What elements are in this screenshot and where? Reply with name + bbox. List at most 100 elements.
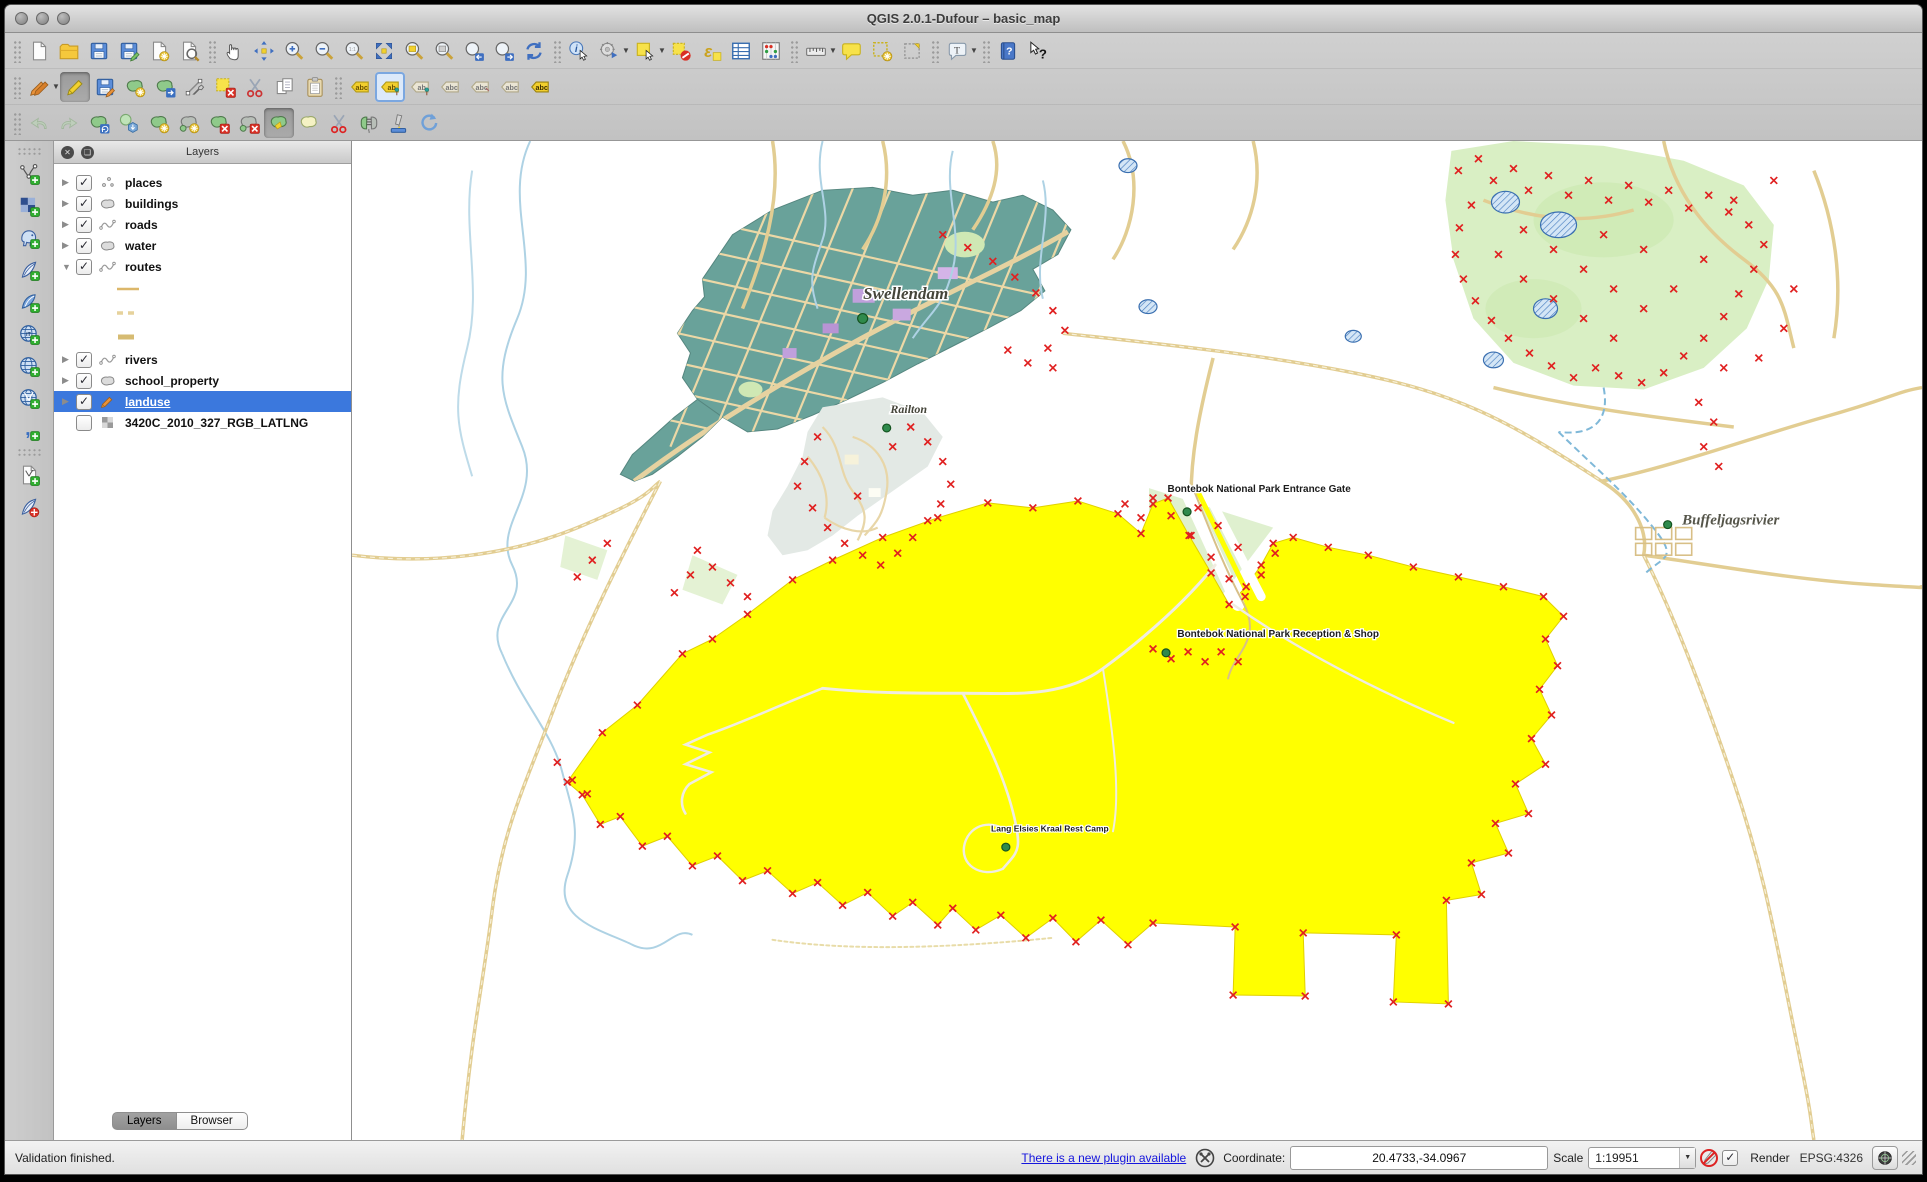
layer-expand-icon[interactable]: ▶	[62, 219, 76, 230]
help-contents-button[interactable]: ?	[993, 36, 1023, 66]
toggle-editing-button[interactable]	[60, 72, 90, 102]
layer-symbol-item[interactable]	[54, 325, 351, 349]
node-tool-button[interactable]	[180, 72, 210, 102]
map-tips-button[interactable]	[837, 36, 867, 66]
save-project-button[interactable]	[84, 36, 114, 66]
new-project-button[interactable]	[24, 36, 54, 66]
paste-features-button[interactable]	[300, 72, 330, 102]
add-mssql-layer-button[interactable]	[14, 287, 44, 317]
layer-row-water[interactable]: ▶✓water	[54, 235, 351, 256]
zoom-native-button[interactable]: 1:1	[339, 36, 369, 66]
layer-row-school_property[interactable]: ▶✓school_property	[54, 370, 351, 391]
crs-button[interactable]	[1872, 1146, 1898, 1170]
add-part-button[interactable]	[174, 108, 204, 138]
save-layer-edits-button[interactable]	[90, 72, 120, 102]
layer-row-routes[interactable]: ▼✓routes	[54, 256, 351, 277]
layer-symbol-item[interactable]	[54, 277, 351, 301]
layer-row-rivers[interactable]: ▶✓rivers	[54, 349, 351, 370]
labeling-button[interactable]: abc	[345, 72, 375, 102]
open-attribute-table-button[interactable]	[726, 36, 756, 66]
add-wcs-layer-button[interactable]	[14, 351, 44, 381]
new-print-composer-button[interactable]	[144, 36, 174, 66]
layer-row-buildings[interactable]: ▶✓buildings	[54, 193, 351, 214]
layer-expand-icon[interactable]: ▼	[62, 262, 76, 272]
zoom-last-button[interactable]	[459, 36, 489, 66]
map-canvas[interactable]: SwellendamRailtonBontebok National Park …	[352, 141, 1922, 1140]
merge-features-button[interactable]	[354, 108, 384, 138]
add-feature-button[interactable]	[120, 72, 150, 102]
copy-features-button[interactable]	[270, 72, 300, 102]
new-bookmark-button[interactable]	[867, 36, 897, 66]
layer-expand-icon[interactable]: ▶	[62, 396, 76, 407]
refresh-map-button[interactable]	[519, 36, 549, 66]
add-wfs-layer-button[interactable]	[14, 383, 44, 413]
zoom-to-layer-button[interactable]	[429, 36, 459, 66]
add-wms-layer-button[interactable]: iT	[14, 319, 44, 349]
fill-ring-button[interactable]	[264, 108, 294, 138]
layer-visibility-checkbox[interactable]: ✓	[76, 175, 92, 191]
delete-ring-button[interactable]	[204, 108, 234, 138]
new-shapefile-layer-button[interactable]	[14, 460, 44, 490]
zoom-full-button[interactable]	[369, 36, 399, 66]
split-features-button[interactable]	[324, 108, 354, 138]
layer-expand-icon[interactable]: ▶	[62, 240, 76, 251]
rotate-label-button[interactable]: ab	[405, 72, 435, 102]
offset-curve-button[interactable]	[384, 108, 414, 138]
layer-visibility-checkbox[interactable]: ✓	[76, 259, 92, 275]
scale-combo[interactable]: 1:19951 ▼	[1588, 1147, 1696, 1169]
stop-render-icon[interactable]	[1699, 1148, 1719, 1168]
panel-tab-browser[interactable]: Browser	[177, 1112, 248, 1130]
layer-expand-icon[interactable]: ▶	[62, 375, 76, 386]
apply-labels-button[interactable]: abc	[525, 72, 555, 102]
select-by-expression-button[interactable]: ε	[696, 36, 726, 66]
label-properties-button[interactable]: abc	[465, 72, 495, 102]
plugin-available-link[interactable]: There is a new plugin available	[1021, 1151, 1186, 1165]
layer-expand-icon[interactable]: ▶	[62, 198, 76, 209]
zoom-to-selection-button[interactable]	[399, 36, 429, 66]
run-feature-action-button[interactable]	[594, 36, 624, 66]
whats-this-button[interactable]: ?	[1023, 36, 1053, 66]
deactivate-labels-button[interactable]: abc	[495, 72, 525, 102]
identify-features-button[interactable]: i	[564, 36, 594, 66]
zoom-in-button[interactable]	[279, 36, 309, 66]
measure-line-button[interactable]	[801, 36, 831, 66]
layer-expand-icon[interactable]: ▶	[62, 354, 76, 365]
layer-expand-icon[interactable]: ▶	[62, 177, 76, 188]
open-project-button[interactable]	[54, 36, 84, 66]
layer-row-landuse[interactable]: ▶✓landuse	[54, 391, 351, 412]
layer-visibility-checkbox[interactable]: ✓	[76, 196, 92, 212]
add-vector-layer-button[interactable]	[14, 159, 44, 189]
reshape-features-button[interactable]	[294, 108, 324, 138]
change-label-button[interactable]: abc	[435, 72, 465, 102]
current-edits-button[interactable]	[24, 72, 54, 102]
new-spatialite-layer-button[interactable]	[14, 492, 44, 522]
simplify-feature-button[interactable]	[114, 108, 144, 138]
layer-visibility-checkbox[interactable]: ✓	[76, 373, 92, 389]
add-delimited-text-layer-button[interactable]: ,	[14, 415, 44, 445]
layer-visibility-checkbox[interactable]: ✓	[76, 238, 92, 254]
layer-visibility-checkbox[interactable]: ✓	[76, 217, 92, 233]
add-ring-button[interactable]	[144, 108, 174, 138]
render-checkbox[interactable]: ✓	[1722, 1150, 1738, 1166]
pan-map-button[interactable]	[219, 36, 249, 66]
delete-selected-button[interactable]	[210, 72, 240, 102]
pan-to-selection-button[interactable]	[249, 36, 279, 66]
panel-tab-layers[interactable]: Layers	[112, 1112, 177, 1130]
text-annotation-button[interactable]: T	[942, 36, 972, 66]
move-feature-button[interactable]	[150, 72, 180, 102]
delete-part-button[interactable]	[234, 108, 264, 138]
zoom-out-button[interactable]	[309, 36, 339, 66]
rotate-feature-button[interactable]	[84, 108, 114, 138]
resize-grip[interactable]	[1902, 1151, 1916, 1165]
add-raster-layer-button[interactable]	[14, 191, 44, 221]
composer-manager-button[interactable]	[174, 36, 204, 66]
layer-row-places[interactable]: ▶✓places	[54, 172, 351, 193]
show-bookmarks-button[interactable]	[897, 36, 927, 66]
save-project-as-button[interactable]	[114, 36, 144, 66]
layer-visibility-checkbox[interactable]: ✓	[76, 352, 92, 368]
deselect-features-button[interactable]	[666, 36, 696, 66]
move-label-button[interactable]: ab	[375, 72, 405, 102]
zoom-next-button[interactable]	[489, 36, 519, 66]
coordinate-input[interactable]	[1290, 1146, 1548, 1170]
layer-symbol-item[interactable]	[54, 301, 351, 325]
